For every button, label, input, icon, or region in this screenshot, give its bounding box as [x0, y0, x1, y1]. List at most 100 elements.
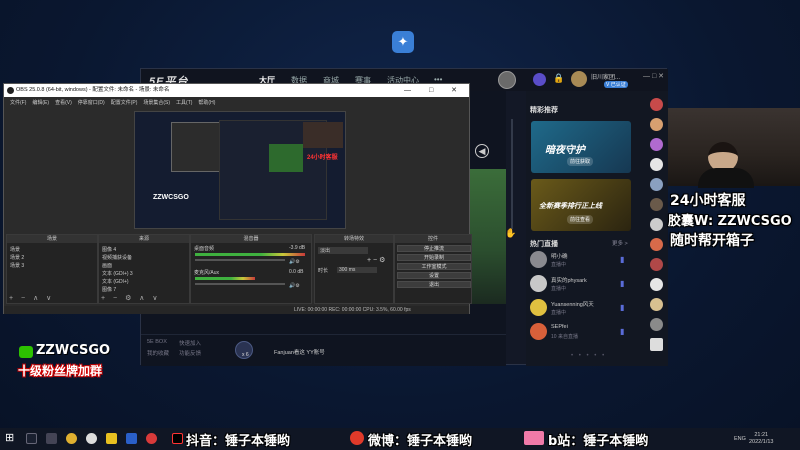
- link-5ebox[interactable]: 5E BOX: [147, 339, 167, 345]
- friend-avatar[interactable]: [650, 158, 663, 171]
- mixer-channel-label: 桌面音频: [194, 246, 215, 252]
- signal-icon: ▮: [620, 303, 625, 312]
- source-toolbar[interactable]: + − ⚙ ∧ ∨: [101, 294, 160, 302]
- live-avatar: [530, 251, 547, 268]
- friend-avatar[interactable]: [650, 238, 663, 251]
- start-recording-button[interactable]: 开始录制: [397, 254, 471, 261]
- banner-cta[interactable]: 前往查看: [567, 215, 594, 224]
- username[interactable]: 旧川家团...: [591, 72, 620, 81]
- user-avatar[interactable]: [571, 71, 587, 87]
- friend-avatar[interactable]: [650, 298, 663, 311]
- transition-select[interactable]: 淡出: [318, 247, 368, 254]
- more-link[interactable]: 更多 >: [612, 239, 628, 247]
- task-view-icon[interactable]: [46, 433, 57, 444]
- banner-cta[interactable]: 前往获取: [567, 157, 594, 166]
- obs-preview[interactable]: ZZWCSGO 24小时客服: [134, 111, 346, 229]
- scene-item[interactable]: 场景 2: [10, 254, 24, 261]
- obs-titlebar[interactable]: OBS 25.0.8 (64-bit, windows) - 配置文件: 未命名…: [4, 84, 469, 97]
- search-icon[interactable]: [26, 433, 37, 444]
- tiktok-icon: [172, 433, 183, 444]
- rank-avatar[interactable]: [498, 71, 516, 89]
- overlay-left-id: ZZWCSGO: [36, 343, 111, 358]
- lock-icon[interactable]: 🔒: [553, 73, 564, 84]
- controls-dock: 控件 停止推流 开始录制 工作室模式 设置 退出: [394, 234, 472, 304]
- settings-button[interactable]: 设置: [397, 272, 471, 279]
- pager-dots[interactable]: • • • • •: [571, 353, 606, 359]
- friend-avatar[interactable]: [650, 218, 663, 231]
- platform-footer: 5E BOX 快速加入 我的收藏 功能反馈 x 6 Fanjuan看这 YY账号: [141, 334, 506, 366]
- source-item[interactable]: 图像 7: [102, 286, 116, 293]
- source-item[interactable]: 文本 (GDI+) 3: [102, 270, 133, 277]
- live-status: 直播中: [551, 262, 567, 268]
- live-item[interactable]: Yuansenning风天 直播中 ▮: [530, 299, 640, 319]
- banner-recommend-1[interactable]: 暗夜守护 前往获取: [531, 121, 631, 173]
- live-status: 直播中: [551, 286, 567, 292]
- duration-input[interactable]: 300 ms: [337, 267, 377, 273]
- obs-taskbar-icon[interactable]: [86, 433, 97, 444]
- collapse-icon[interactable]: ◀: [475, 144, 489, 158]
- friend-avatar[interactable]: [650, 98, 663, 111]
- scrollbar[interactable]: [511, 119, 513, 229]
- source-item[interactable]: 图像 4: [102, 246, 116, 253]
- app-icon[interactable]: [146, 433, 157, 444]
- live-item[interactable]: SEPfei 10 来自直播 ▮: [530, 323, 640, 343]
- app-icon[interactable]: [126, 433, 137, 444]
- scene-item[interactable]: 场景: [10, 246, 20, 253]
- mixer-channel-label: 麦克风/Aux: [194, 270, 220, 276]
- menu-profile[interactable]: 配置文件(P): [111, 99, 138, 107]
- app-logo-icon[interactable]: ✦: [392, 31, 414, 53]
- speaker-icon[interactable]: 🔊⚙: [289, 259, 300, 265]
- menu-file[interactable]: 文件(F): [10, 99, 26, 107]
- chrome-icon[interactable]: [66, 433, 77, 444]
- language-indicator[interactable]: ENG: [734, 436, 746, 442]
- menu-scene-collection[interactable]: 场景集合(S): [143, 99, 170, 107]
- studio-mode-button[interactable]: 工作室模式: [397, 263, 471, 270]
- obs-docks: 场景 场景 场景 2 场景 3 + − ∧ ∨ 来源 图像 4 视频捕获设备 画…: [4, 234, 472, 314]
- link-feedback[interactable]: 功能反馈: [179, 349, 201, 357]
- volume-slider[interactable]: [195, 259, 285, 261]
- friend-avatar[interactable]: [650, 318, 663, 331]
- obs-window-controls[interactable]: — □ ✕: [404, 84, 465, 97]
- source-item[interactable]: 视频捕获设备: [102, 254, 132, 261]
- friend-avatar[interactable]: [650, 198, 663, 211]
- start-icon[interactable]: ⊞: [5, 432, 17, 444]
- live-status: 10 来自直播: [551, 334, 578, 340]
- window-controls[interactable]: — □ ✕: [643, 72, 664, 80]
- friend-avatar[interactable]: [650, 138, 663, 151]
- webcam-person-body: [698, 168, 754, 188]
- obs-window: OBS 25.0.8 (64-bit, windows) - 配置文件: 未命名…: [3, 83, 472, 314]
- link-favorites[interactable]: 我的收藏: [147, 349, 169, 357]
- exit-button[interactable]: 退出: [397, 281, 471, 288]
- friend-avatar[interactable]: [650, 178, 663, 191]
- scenes-dock: 场景 场景 场景 2 场景 3 + − ∧ ∨: [6, 234, 98, 304]
- menu-help[interactable]: 帮助(H): [198, 99, 215, 107]
- notification-icon[interactable]: [533, 73, 546, 86]
- link-quick-join[interactable]: 快速加入: [179, 339, 201, 347]
- menu-edit[interactable]: 编辑(E): [32, 99, 49, 107]
- live-item[interactable]: 真实的physark 直播中 ▮: [530, 275, 640, 295]
- menu-docks[interactable]: 停靠窗口(D): [78, 99, 105, 107]
- stop-streaming-button[interactable]: 停止推流: [397, 245, 471, 252]
- live-item[interactable]: 明小确 直播中 ▮: [530, 251, 640, 271]
- room-chip[interactable]: Fanjuan看这 YY账号: [274, 348, 325, 356]
- volume-slider[interactable]: [195, 283, 285, 285]
- menu-view[interactable]: 查看(V): [55, 99, 72, 107]
- source-item[interactable]: 文本 (GDI+): [102, 278, 129, 285]
- clock[interactable]: 21:21 2022/1/13: [749, 432, 773, 446]
- overlay-wechat-text: 胶囊W: ZZWCSGO: [668, 214, 792, 229]
- transition-add-remove[interactable]: + − ⚙: [367, 256, 385, 264]
- source-item[interactable]: 画面: [102, 262, 112, 269]
- banner-recommend-2[interactable]: 全新赛季排行正上线 前往查看: [531, 179, 631, 231]
- friend-avatar[interactable]: [650, 258, 663, 271]
- dock-title: 混音器: [191, 235, 311, 243]
- friend-avatar[interactable]: [650, 278, 663, 291]
- scene-item[interactable]: 场景 3: [10, 262, 24, 269]
- speaker-icon[interactable]: 🔊⚙: [289, 283, 300, 289]
- menu-tools[interactable]: 工具(T): [176, 99, 192, 107]
- friend-avatar[interactable]: [650, 118, 663, 131]
- chat-icon[interactable]: [650, 338, 663, 351]
- scene-toolbar[interactable]: + − ∧ ∨: [9, 294, 54, 302]
- wechat-icon: [19, 346, 33, 358]
- obs-menubar: 文件(F) 编辑(E) 查看(V) 停靠窗口(D) 配置文件(P) 场景集合(S…: [4, 97, 469, 107]
- folder-icon[interactable]: [106, 433, 117, 444]
